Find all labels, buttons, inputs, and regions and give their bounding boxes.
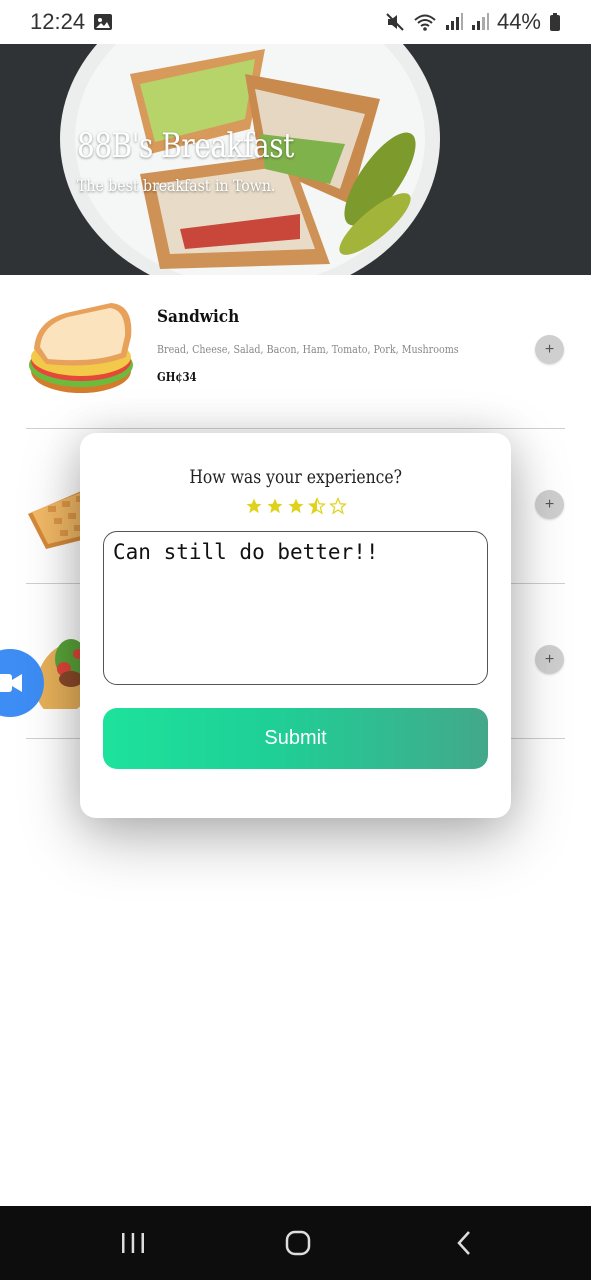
star-filled-icon[interactable] xyxy=(266,497,284,515)
system-nav-bar xyxy=(0,1206,591,1280)
image-icon xyxy=(93,12,113,32)
star-filled-icon[interactable] xyxy=(287,497,305,515)
feedback-input[interactable] xyxy=(103,531,488,685)
star-empty-icon[interactable] xyxy=(328,497,347,515)
restaurant-title: 88B's Breakfast xyxy=(77,126,294,166)
video-camera-icon xyxy=(0,674,22,692)
battery-icon xyxy=(549,12,561,32)
recent-apps-button[interactable] xyxy=(113,1226,153,1260)
star-half-icon[interactable] xyxy=(307,497,326,515)
sandwich-icon xyxy=(29,303,133,393)
add-to-cart-button[interactable]: + xyxy=(535,490,564,519)
star-rating[interactable] xyxy=(80,497,511,515)
battery-percent: 44% xyxy=(496,9,541,34)
menu-item[interactable]: Sandwich Bread, Cheese, Salad, Bacon, Ha… xyxy=(26,274,565,429)
home-button[interactable] xyxy=(278,1226,318,1260)
item-description: Bread, Cheese, Salad, Bacon, Ham, Tomato… xyxy=(157,342,459,356)
star-filled-icon[interactable] xyxy=(245,497,263,515)
mute-icon xyxy=(385,12,405,32)
back-icon xyxy=(457,1231,470,1255)
restaurant-subtitle: The best breakfast in Town. xyxy=(77,176,276,195)
add-to-cart-button[interactable]: + xyxy=(535,645,564,674)
signal-icon xyxy=(471,13,489,31)
rating-question: How was your experience? xyxy=(189,466,402,488)
home-icon xyxy=(285,1230,311,1256)
hero-banner: 88B's Breakfast The best breakfast in To… xyxy=(0,44,591,275)
recent-apps-icon xyxy=(122,1233,144,1253)
status-time: 12:24 xyxy=(30,9,86,34)
rating-dialog: How was your experience? Submit xyxy=(80,433,511,818)
add-to-cart-button[interactable]: + xyxy=(535,335,564,364)
wifi-icon xyxy=(413,12,437,32)
item-price: GH¢34 xyxy=(157,370,197,384)
back-button[interactable] xyxy=(444,1226,484,1260)
status-bar: 12:24 44% xyxy=(0,0,591,44)
submit-button[interactable]: Submit xyxy=(103,708,488,769)
item-name: Sandwich xyxy=(157,307,240,327)
signal-icon xyxy=(445,13,463,31)
